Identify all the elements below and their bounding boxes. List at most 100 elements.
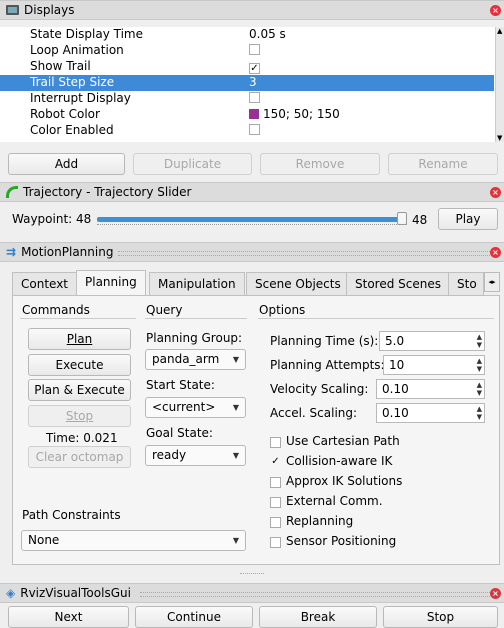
checkbox[interactable] — [249, 44, 260, 55]
close-icon[interactable]: × — [490, 5, 501, 16]
property-checkbox[interactable]: ✓ — [249, 59, 260, 74]
property-name: Show Trail — [30, 59, 91, 73]
option-checkbox[interactable]: External Comm. — [270, 494, 383, 508]
chevron-down-icon: ▼ — [232, 403, 239, 412]
rvizvisualtools-panel-title: ◈ RvizVisualToolsGui × — [0, 583, 504, 603]
scrollbar[interactable]: ▲ ▼ — [495, 27, 504, 142]
start-state-select[interactable]: <current> ▼ — [145, 397, 246, 418]
stop-button[interactable]: Stop — [28, 405, 131, 427]
motionplanning-panel-title: ⇉ MotionPlanning × — [0, 242, 504, 262]
planning-group-label: Planning Group: — [146, 331, 243, 345]
planning-attempts-label: Planning Attempts: — [270, 358, 385, 372]
option-checkbox[interactable]: Use Cartesian Path — [270, 434, 400, 448]
resize-handle[interactable] — [240, 573, 264, 576]
tab-stored-scenes[interactable]: Stored Scenes — [346, 272, 450, 295]
property-row[interactable]: Trail Step Size 3 — [0, 75, 494, 91]
property-value: 0.05 s — [249, 27, 286, 41]
plan-button[interactable]: Plan — [28, 328, 131, 350]
checkbox[interactable] — [270, 436, 281, 448]
checkbox[interactable] — [249, 124, 260, 135]
accel-scaling-spinbox[interactable]: 0.10 ▲ ▼ — [376, 403, 485, 423]
accel-scaling-label: Accel. Scaling: — [270, 406, 358, 420]
checkbox[interactable] — [270, 496, 281, 508]
property-checkbox[interactable] — [249, 91, 260, 105]
property-color-value: 150; 50; 150 — [249, 107, 340, 121]
spin-arrows-icon[interactable]: ▲ ▼ — [477, 405, 482, 421]
trajectory-panel-title: Trajectory - Trajectory Slider × — [0, 182, 504, 202]
velocity-scaling-spinbox[interactable]: 0.10 ▲ ▼ — [376, 379, 485, 399]
tab-stored-states[interactable]: Sto — [448, 272, 484, 295]
slider-handle[interactable] — [397, 212, 407, 225]
waypoint-slider[interactable] — [97, 212, 407, 228]
option-label: Collision-aware IK — [286, 454, 393, 468]
checkbox[interactable] — [270, 536, 281, 548]
planning-group-select[interactable]: panda_arm ▼ — [145, 349, 246, 370]
close-icon[interactable]: × — [490, 588, 501, 599]
property-name: State Display Time — [30, 27, 143, 41]
option-label: Replanning — [286, 514, 354, 528]
option-checkbox[interactable]: Sensor Positioning — [270, 534, 396, 548]
tab-scroll-arrows[interactable]: ◂▸ — [484, 272, 500, 292]
property-name: Color Enabled — [30, 123, 114, 137]
goal-state-label: Goal State: — [146, 426, 213, 440]
options-header: Options — [259, 303, 306, 317]
chevron-down-icon: ▼ — [232, 451, 239, 460]
tab-planning[interactable]: Planning — [76, 270, 146, 296]
chevron-down-icon: ▼ — [232, 355, 239, 364]
option-label: Approx IK Solutions — [286, 474, 403, 488]
planning-time-spinbox[interactable]: 5.0 ▲ ▼ — [379, 331, 485, 351]
spin-arrows-icon[interactable]: ▲ ▼ — [477, 381, 482, 397]
execute-button[interactable]: Execute — [28, 354, 131, 376]
goal-state-select[interactable]: ready ▼ — [145, 445, 246, 466]
checkbox[interactable] — [270, 476, 281, 488]
path-constraints-select[interactable]: None ▼ — [21, 530, 246, 551]
planning-group-value: panda_arm — [152, 352, 220, 366]
checkbox[interactable] — [270, 516, 281, 528]
property-row[interactable]: Interrupt Display — [0, 91, 494, 107]
trajectory-icon — [6, 186, 18, 198]
motionplanning-title: MotionPlanning — [21, 245, 114, 259]
close-icon[interactable]: × — [490, 187, 501, 198]
plan-execute-button[interactable]: Plan & Execute — [28, 379, 131, 401]
color-swatch — [249, 109, 259, 119]
checkbox[interactable]: ✓ — [249, 63, 260, 74]
planning-attempts-spinbox[interactable]: 10 ▲ ▼ — [383, 355, 485, 375]
close-icon[interactable]: × — [490, 247, 501, 258]
property-name: Robot Color — [30, 107, 100, 121]
waypoint-label: Waypoint: 48 — [12, 212, 92, 226]
property-name: Interrupt Display — [30, 91, 131, 105]
checkbox[interactable] — [249, 92, 260, 103]
property-row[interactable]: Robot Color 150; 50; 150 — [0, 107, 494, 123]
duplicate-button[interactable]: Duplicate — [133, 153, 252, 175]
start-state-label: Start State: — [146, 378, 215, 392]
goal-state-value: ready — [152, 448, 187, 462]
start-state-value: <current> — [152, 400, 216, 414]
property-checkbox[interactable] — [249, 123, 260, 137]
add-button[interactable]: Add — [8, 153, 125, 175]
spin-arrows-icon[interactable]: ▲ ▼ — [477, 333, 482, 349]
option-checkbox[interactable]: Replanning — [270, 514, 353, 528]
rename-button[interactable]: Rename — [388, 153, 498, 175]
spin-arrows-icon[interactable]: ▲ ▼ — [477, 357, 482, 373]
remove-button[interactable]: Remove — [260, 153, 380, 175]
tab-context[interactable]: Context — [12, 272, 78, 295]
property-row[interactable]: Loop Animation — [0, 43, 494, 59]
property-value: 3 — [249, 75, 257, 89]
displays-title: Displays — [24, 3, 75, 17]
tab-scene-objects[interactable]: Scene Objects — [246, 272, 350, 295]
property-row[interactable]: Show Trail ✓ — [0, 59, 494, 75]
clear-octomap-button[interactable]: Clear octomap — [28, 446, 131, 468]
velocity-scaling-label: Velocity Scaling: — [270, 382, 369, 396]
property-checkbox[interactable] — [249, 43, 260, 57]
plan-button-label: Plan — [66, 332, 93, 346]
property-row[interactable]: Color Enabled — [0, 123, 494, 139]
checkbox[interactable]: ✓ — [270, 456, 281, 468]
play-button[interactable]: Play — [438, 208, 498, 230]
option-checkbox[interactable]: ✓ Collision-aware IK — [270, 454, 392, 468]
rvizvisualtools-title: RvizVisualToolsGui — [20, 586, 131, 600]
tab-manipulation[interactable]: Manipulation — [149, 272, 245, 295]
diamond-icon: ◈ — [6, 586, 16, 600]
property-name: Loop Animation — [30, 43, 124, 57]
property-row[interactable]: State Display Time 0.05 s — [0, 27, 494, 43]
option-checkbox[interactable]: Approx IK Solutions — [270, 474, 402, 488]
